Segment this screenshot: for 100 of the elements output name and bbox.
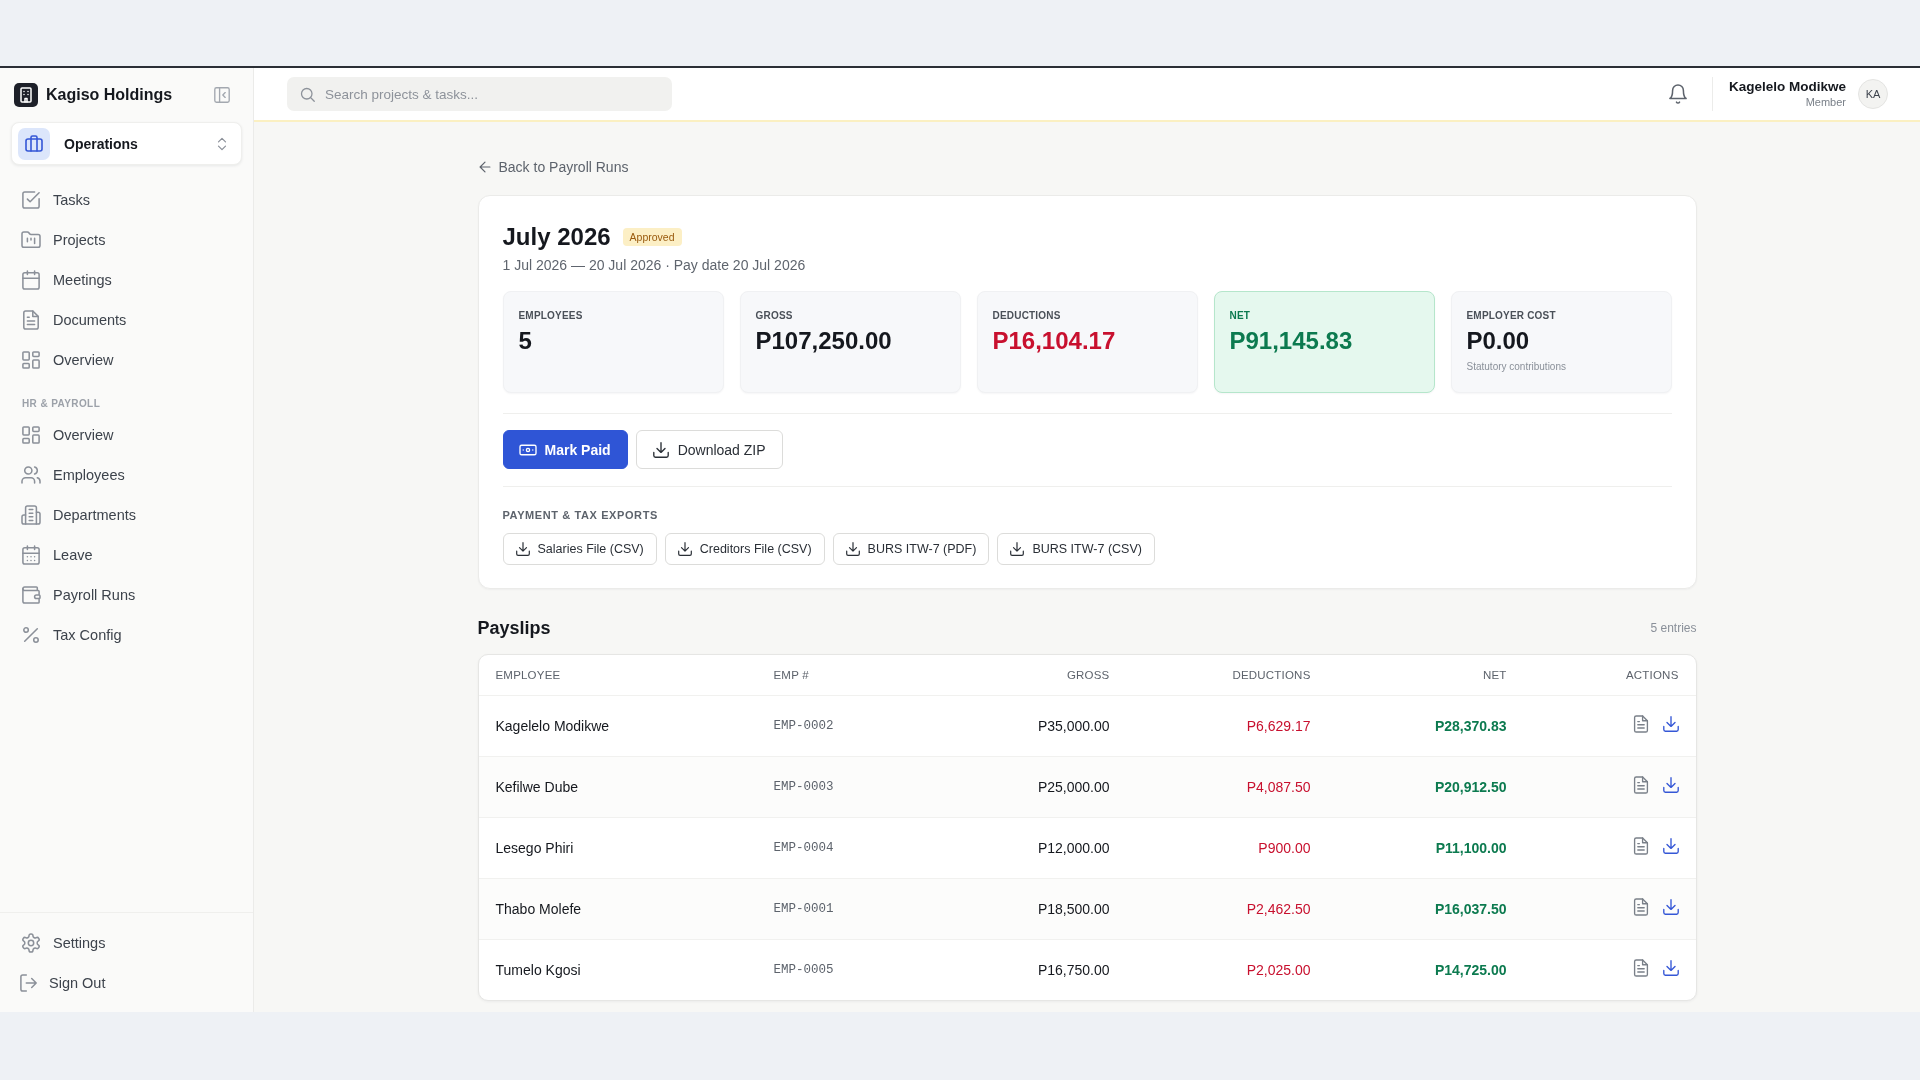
- table-cell: P2,025.00: [1246, 962, 1311, 978]
- section-title: Payslips: [477, 617, 551, 639]
- check-square-icon: [22, 191, 40, 209]
- table-cell: P11,100.00: [1435, 840, 1507, 856]
- sidebar-toggle-button[interactable]: [214, 87, 230, 103]
- table-cell: P14,725.00: [1434, 962, 1507, 978]
- workspace-switcher[interactable]: Operations: [11, 122, 242, 165]
- table-cell: Kagelelo Modikwe: [495, 718, 610, 734]
- column-header: DEDUCTIONS: [1232, 669, 1311, 681]
- nav-item[interactable]: Sign Out: [0, 963, 253, 1003]
- search-field[interactable]: Search projects & tasks...: [287, 77, 672, 111]
- document-icon: [1632, 716, 1649, 732]
- document-icon: [1632, 960, 1649, 976]
- nav-item[interactable]: Employees: [0, 455, 253, 495]
- table-cell: P28,370.83: [1434, 718, 1507, 734]
- chevron-up-down-icon: [215, 136, 229, 151]
- download-zip-button[interactable]: Download ZIP: [635, 430, 783, 469]
- download-payslip-button[interactable]: [1662, 899, 1679, 915]
- table-cell: P12,000.00: [1037, 840, 1110, 856]
- stat-value: P91,145.83: [1229, 327, 1353, 355]
- grid-icon: [22, 351, 40, 369]
- column-header: EMP #: [773, 669, 809, 681]
- stat-label: NET: [1229, 310, 1251, 321]
- nav-item[interactable]: Meetings: [0, 260, 253, 300]
- download-payslip-button[interactable]: [1662, 777, 1679, 793]
- export-button[interactable]: BURS ITW-7 (CSV): [997, 533, 1155, 565]
- download-icon: [1662, 716, 1679, 732]
- mark-paid-button[interactable]: Mark Paid: [502, 430, 628, 469]
- nav-item[interactable]: Overview: [0, 340, 253, 380]
- percent-icon: [22, 626, 40, 644]
- column-header: NET: [1482, 669, 1507, 681]
- nav-item[interactable]: Documents: [0, 300, 253, 340]
- nav-item[interactable]: Tasks: [0, 180, 253, 220]
- table-cell: EMP-0002: [773, 719, 834, 733]
- stat-label: EMPLOYER COST: [1466, 310, 1556, 321]
- nav-item[interactable]: Payroll Runs: [0, 575, 253, 615]
- table-cell: Thabo Molefe: [495, 901, 582, 917]
- download-icon: [845, 542, 860, 556]
- entry-count: 5 entries: [1650, 621, 1697, 635]
- section-heading: HR & PAYROLL: [22, 398, 101, 409]
- building-icon: [22, 506, 40, 524]
- download-icon: [1662, 838, 1679, 854]
- back-link[interactable]: Back to Payroll Runs: [477, 157, 629, 177]
- table-cell: P16,750.00: [1037, 962, 1110, 978]
- download-payslip-button[interactable]: [1662, 716, 1679, 732]
- view-payslip-button[interactable]: [1632, 716, 1649, 732]
- building-logo-icon: [14, 83, 38, 107]
- table-cell: P18,500.00: [1037, 901, 1110, 917]
- view-payslip-button[interactable]: [1632, 899, 1649, 915]
- run-title: July 2026: [502, 222, 611, 252]
- calendar-icon: [22, 271, 40, 289]
- sign-out-icon: [20, 974, 38, 992]
- table-cell: Lesego Phiri: [495, 840, 574, 856]
- stat-label: EMPLOYEES: [518, 310, 583, 321]
- wallet-icon: [22, 586, 40, 604]
- download-payslip-button[interactable]: [1662, 960, 1679, 976]
- download-icon: [1662, 899, 1679, 915]
- calendar-icon: [22, 546, 40, 564]
- document-icon: [1632, 838, 1649, 854]
- export-button[interactable]: Creditors File (CSV): [664, 533, 825, 565]
- stat-value: P107,250.00: [755, 327, 892, 355]
- download-icon: [1662, 777, 1679, 793]
- stat-label: GROSS: [755, 310, 793, 321]
- export-button[interactable]: Salaries File (CSV): [502, 533, 657, 565]
- view-payslip-button[interactable]: [1632, 960, 1649, 976]
- grid-icon: [22, 426, 40, 444]
- notifications-button[interactable]: [1668, 85, 1687, 103]
- user-role: Member: [1805, 95, 1846, 109]
- nav-item[interactable]: Settings: [0, 923, 253, 963]
- table-cell: EMP-0004: [773, 841, 834, 855]
- sidebar-toggle-icon: [214, 87, 230, 103]
- nav-item[interactable]: Tax Config: [0, 615, 253, 655]
- table-cell: P2,462.50: [1246, 901, 1311, 917]
- run-period: 1 Jul 2026 — 20 Jul 2026 · Pay date 20 Jul 2026: [502, 257, 806, 273]
- user-avatar[interactable]: KA: [1858, 79, 1888, 109]
- view-payslip-button[interactable]: [1632, 838, 1649, 854]
- nav-item[interactable]: Overview: [0, 415, 253, 455]
- nav-item[interactable]: Projects: [0, 220, 253, 260]
- view-payslip-button[interactable]: [1632, 777, 1649, 793]
- download-icon: [677, 542, 692, 556]
- nav-item[interactable]: Departments: [0, 495, 253, 535]
- export-button[interactable]: BURS ITW-7 (PDF): [832, 533, 990, 565]
- stat-value: P16,104.17: [992, 327, 1116, 355]
- column-header: ACTIONS: [1626, 669, 1679, 681]
- search-icon: [300, 87, 315, 102]
- document-icon: [1632, 899, 1649, 915]
- document-icon: [22, 311, 40, 329]
- table-cell: P16,037.50: [1434, 901, 1507, 917]
- brand-name: Kagiso Holdings: [46, 86, 173, 104]
- table-cell: P900.00: [1258, 840, 1311, 856]
- column-header: GROSS: [1066, 669, 1110, 681]
- download-icon: [1010, 542, 1025, 556]
- nav-item[interactable]: Leave: [0, 535, 253, 575]
- user-name: Kagelelo Modikwe: [1728, 79, 1846, 96]
- table-cell: P4,087.50: [1246, 779, 1311, 795]
- stat-value: P0.00: [1466, 327, 1530, 355]
- table-cell: P6,629.17: [1246, 718, 1311, 734]
- download-payslip-button[interactable]: [1662, 838, 1679, 854]
- arrow-left-icon: [477, 160, 492, 174]
- briefcase-icon: [18, 127, 50, 160]
